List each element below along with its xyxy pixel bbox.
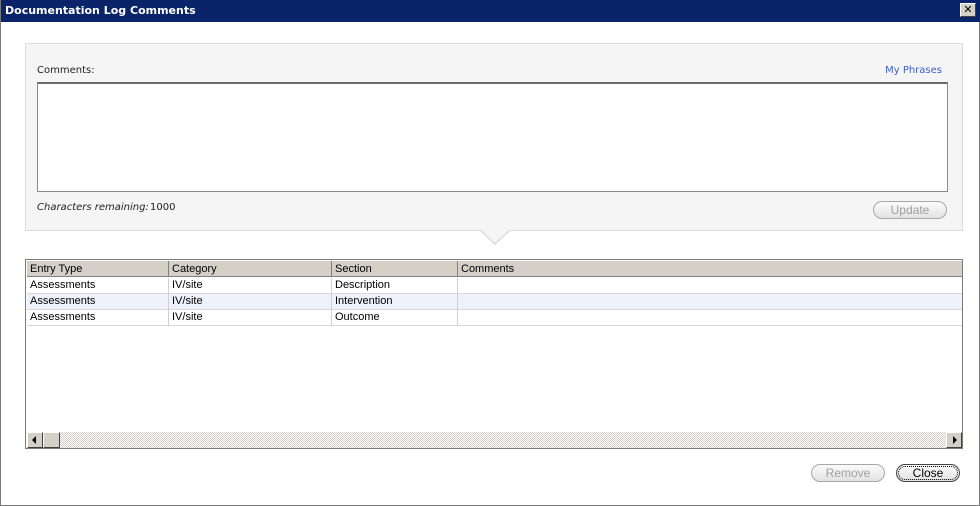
cell-category: IV/site [169, 278, 332, 294]
update-button[interactable]: Update [873, 201, 947, 219]
cell-section: Intervention [332, 294, 458, 310]
cell-entry-type: Assessments [27, 278, 169, 294]
my-phrases-link[interactable]: My Phrases [885, 65, 942, 76]
title-bar: Documentation Log Comments ✕ [1, 0, 980, 22]
dialog-window: Documentation Log Comments ✕ Comments: M… [0, 0, 980, 506]
cell-comments [458, 310, 962, 326]
comments-label: Comments: [37, 65, 95, 76]
table-row[interactable]: Assessments IV/site Description [27, 278, 962, 294]
cell-category: IV/site [169, 310, 332, 326]
arrow-right-icon[interactable] [946, 432, 962, 448]
table-row[interactable]: Assessments IV/site Intervention [27, 294, 962, 310]
window-title: Documentation Log Comments [5, 4, 196, 17]
table-header: Entry Type Category Section Comments [27, 261, 962, 277]
horizontal-scrollbar[interactable] [27, 432, 962, 448]
remove-button[interactable]: Remove [811, 464, 885, 482]
table-row[interactable]: Assessments IV/site Outcome [27, 310, 962, 326]
cell-entry-type: Assessments [27, 310, 169, 326]
close-icon[interactable]: ✕ [960, 3, 976, 17]
scroll-thumb[interactable] [43, 432, 60, 448]
column-header-comments[interactable]: Comments [458, 261, 962, 277]
chars-remaining-value: 1000 [150, 202, 176, 213]
column-header-section[interactable]: Section [332, 261, 458, 277]
panel-pointer-fill [480, 229, 510, 243]
column-header-entry-type[interactable]: Entry Type [27, 261, 169, 277]
cell-section: Outcome [332, 310, 458, 326]
close-button[interactable]: Close [896, 464, 960, 482]
entries-table: Entry Type Category Section Comments Ass… [25, 259, 963, 449]
column-header-category[interactable]: Category [169, 261, 332, 277]
cell-section: Description [332, 278, 458, 294]
cell-comments [458, 278, 962, 294]
cell-comments [458, 294, 962, 310]
arrow-left-icon[interactable] [27, 432, 43, 448]
cell-entry-type: Assessments [27, 294, 169, 310]
chars-remaining-label: Characters remaining: [37, 202, 149, 213]
cell-category: IV/site [169, 294, 332, 310]
comments-textarea[interactable] [37, 82, 948, 192]
